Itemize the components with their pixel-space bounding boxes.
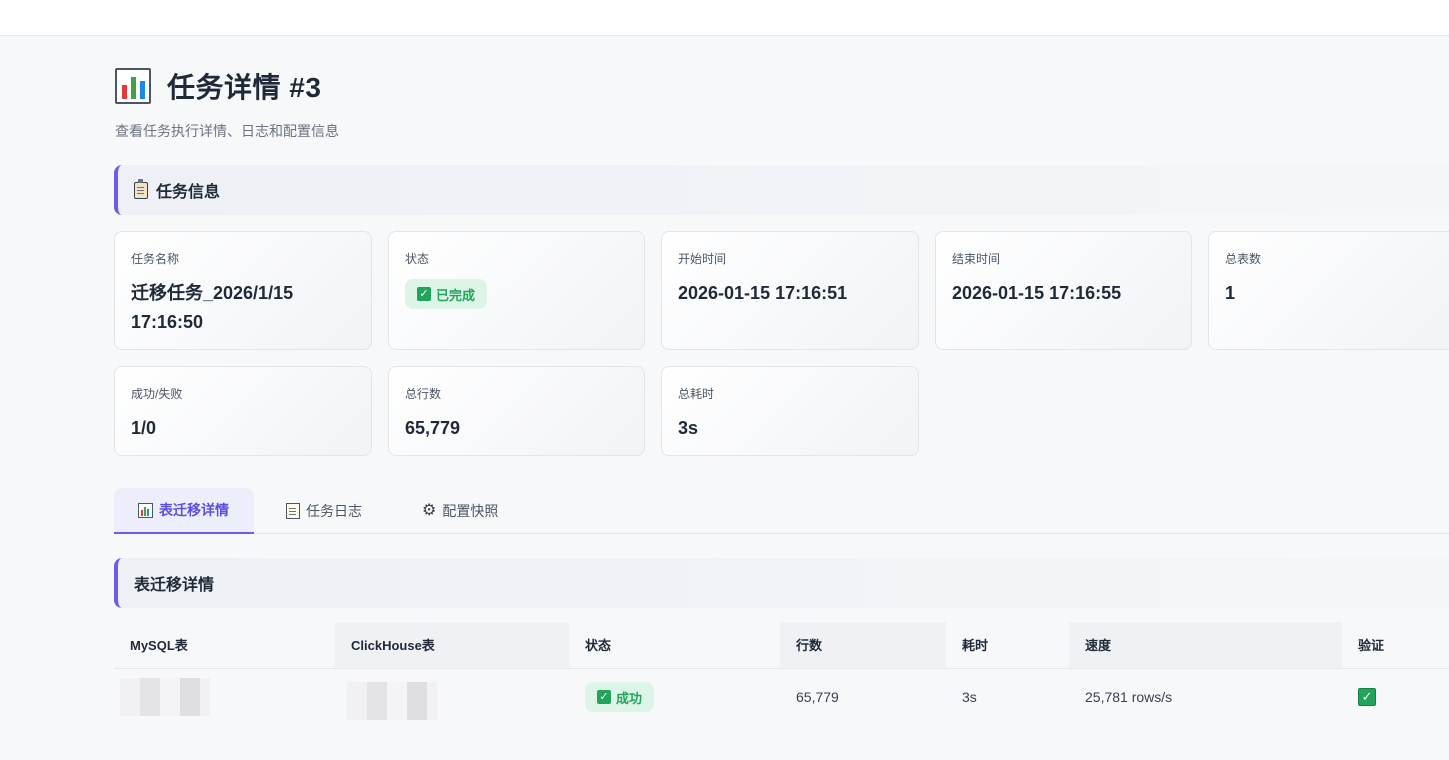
bar-chart-icon <box>115 68 151 104</box>
card-value: 1 <box>1225 283 1236 303</box>
card-label: 总表数 <box>1225 252 1262 266</box>
speed-cell: 25,781 rows/s <box>1085 689 1173 706</box>
card-label: 开始时间 <box>678 252 727 266</box>
column-header: 速度 <box>1069 622 1342 669</box>
card-total-tables: 总表数 1 <box>1208 231 1449 350</box>
card-label: 状态 <box>405 252 430 266</box>
page-subtitle: 查看任务执行详情、日志和配置信息 <box>115 123 339 139</box>
card-value: 2026-01-15 17:16:55 <box>952 283 1122 303</box>
card-total-rows: 总行数 65,779 <box>388 366 645 456</box>
tab-label: 配置快照 <box>442 503 499 519</box>
check-mark-icon: ✓ <box>417 287 431 301</box>
bar-chart-icon <box>138 502 153 518</box>
card-label: 成功/失败 <box>131 387 183 401</box>
column-header: 状态 <box>569 622 780 669</box>
rows-cell: 65,779 <box>796 689 839 706</box>
card-value: 2026-01-15 17:16:51 <box>678 283 848 303</box>
card-end-time: 结束时间 2026-01-15 17:16:55 <box>935 231 1192 350</box>
card-label: 总耗时 <box>678 387 715 401</box>
tab-label: 任务日志 <box>306 503 362 519</box>
card-label: 总行数 <box>405 387 442 401</box>
status-badge: ✓ 已完成 <box>405 279 488 309</box>
tab-label: 表迁移详情 <box>159 502 229 518</box>
status-cell: ✓ 成功 <box>569 668 780 726</box>
tab-config-snapshot[interactable]: ⚙ 配置快照 <box>422 488 542 534</box>
card-total-time: 总耗时 3s <box>661 366 919 456</box>
column-header: 耗时 <box>946 622 1069 669</box>
section-title: 任务信息 <box>156 184 221 201</box>
card-start-time: 开始时间 2026-01-15 17:16:51 <box>661 231 919 350</box>
column-header: 验证 <box>1342 622 1449 669</box>
table-migration-section-header: 表迁移详情 <box>114 558 1449 608</box>
table-row: ✓ 成功 65,779 3s 25,781 rows/s ✓ <box>114 668 1449 726</box>
status-text: 成功 <box>616 690 643 706</box>
tab-table-migration[interactable]: 表迁移详情 <box>114 488 254 534</box>
check-mark-icon: ✓ <box>597 690 611 705</box>
card-success-fail: 成功/失败 1/0 <box>114 366 372 456</box>
page-title: 任务详情 #3 <box>167 72 322 103</box>
status-badge: ✓ 成功 <box>585 682 655 713</box>
clickhouse-table-cell <box>335 668 569 726</box>
mysql-table-cell <box>114 668 335 726</box>
card-label: 结束时间 <box>952 252 1001 266</box>
card-value: 1/0 <box>131 418 157 438</box>
card-task-name: 任务名称 迁移任务_2026/1/15 17:16:50 <box>114 231 372 350</box>
gear-icon: ⚙ <box>422 502 437 519</box>
column-header: 行数 <box>780 622 946 669</box>
memo-icon <box>286 503 300 519</box>
table-header-row: MySQL表 ClickHouse表 状态 行数 耗时 速度 验证 <box>114 622 1449 669</box>
card-label: 任务名称 <box>131 252 180 266</box>
redacted-text <box>120 678 210 717</box>
status-text: 已完成 <box>436 287 476 303</box>
card-status: 状态 ✓ 已完成 <box>388 231 645 350</box>
card-value: 3s <box>678 418 699 438</box>
clipboard-icon <box>134 178 148 199</box>
tab-bar: 表迁移详情 任务日志 ⚙ 配置快照 <box>114 488 1449 534</box>
column-header: MySQL表 <box>114 622 335 669</box>
top-bar <box>0 0 1449 36</box>
check-mark-icon: ✓ <box>1358 688 1376 707</box>
tab-task-log[interactable]: 任务日志 <box>286 488 396 534</box>
card-value: 迁移任务_2026/1/15 17:16:50 <box>131 283 294 332</box>
page-header: 任务详情 #3 <box>115 66 321 106</box>
migration-table: MySQL表 ClickHouse表 状态 行数 耗时 速度 验证 ✓ 成功 6… <box>114 622 1449 726</box>
card-value: 65,779 <box>405 418 461 438</box>
column-header: ClickHouse表 <box>335 622 569 669</box>
time-cell: 3s <box>962 689 977 706</box>
section-title: 表迁移详情 <box>134 577 215 594</box>
redacted-text <box>347 682 437 721</box>
verified-cell: ✓ <box>1342 668 1449 726</box>
task-info-section-header: 任务信息 <box>114 165 1449 215</box>
